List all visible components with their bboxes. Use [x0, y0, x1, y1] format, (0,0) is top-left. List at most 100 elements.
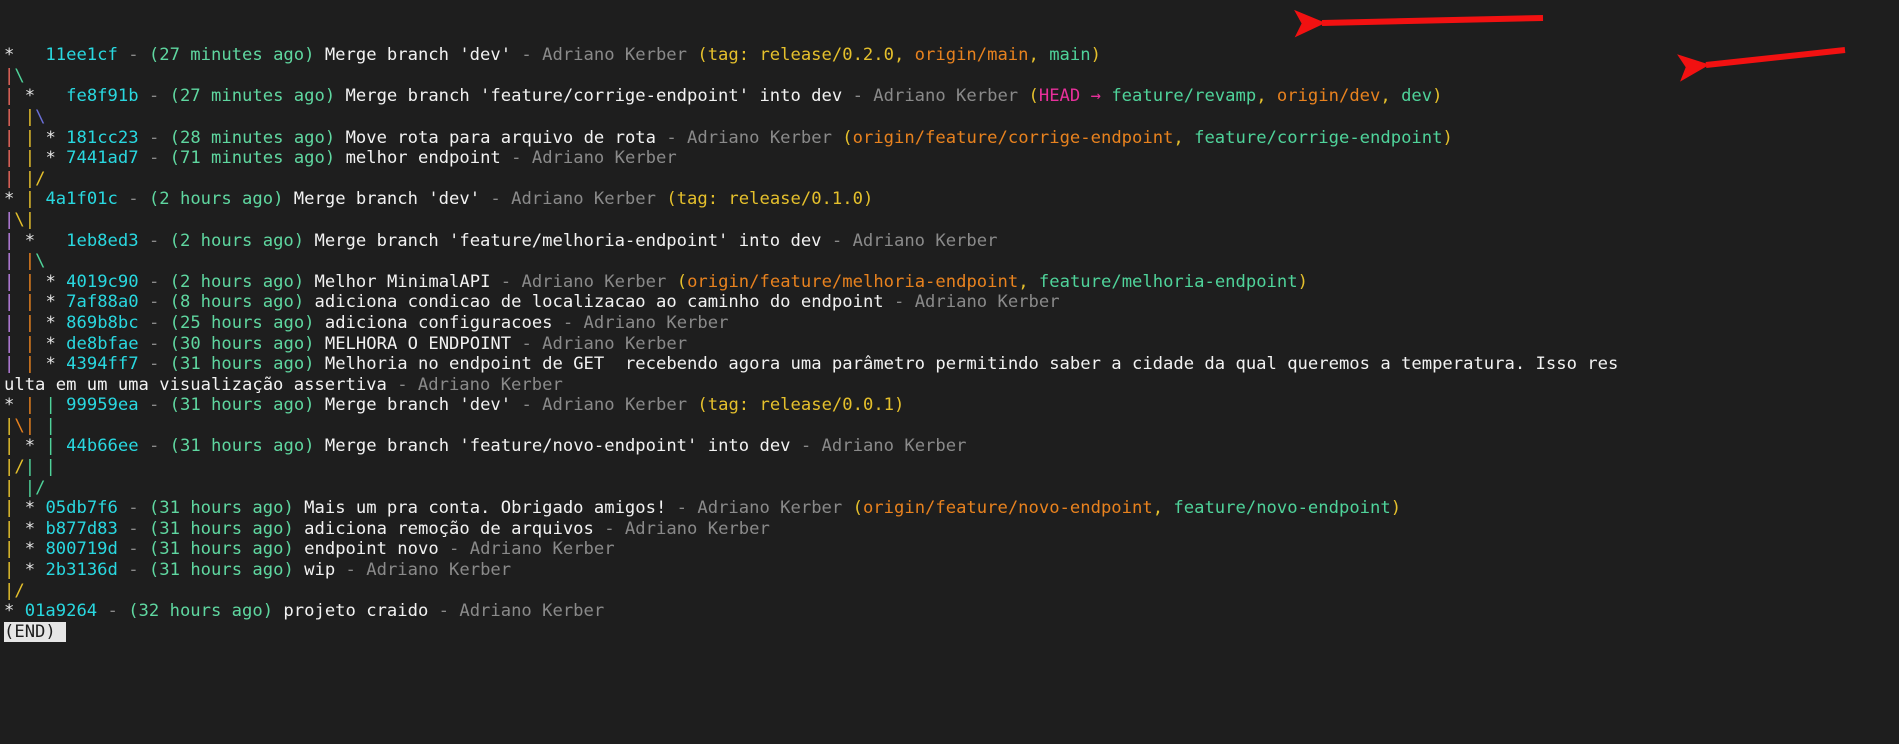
graph-glyph: | [45, 395, 56, 416]
graph-glyph: | [4, 148, 15, 169]
graph-glyph: | [24, 312, 36, 333]
graph-glyph: | [24, 168, 36, 189]
graph-glyph [35, 272, 45, 292]
commit-subject: melhor endpoint [335, 148, 501, 169]
commit-ref: → [1080, 86, 1112, 107]
commit-ref: ( [831, 127, 853, 148]
graph-glyph [56, 128, 66, 148]
commit-subject-continued: ulta em um uma visualização assertiva [4, 374, 387, 395]
graph-glyph: | [4, 106, 15, 127]
graph-glyph [35, 334, 45, 354]
graph-glyph: | [24, 189, 36, 210]
commit-author: - Adriano Kerber [656, 127, 832, 148]
commit-row: | * 800719d - (31 hours ago) endpoint no… [4, 539, 1899, 560]
commit-ref: ) [1442, 127, 1453, 148]
commit-hash: 2b3136d [45, 560, 118, 581]
graph-row: | |/ [4, 478, 1899, 499]
graph-glyph: | [4, 86, 15, 107]
graph-glyph [35, 189, 45, 209]
graph-glyph: | [24, 292, 36, 313]
commit-marker: * [45, 271, 56, 292]
commit-relative-date: (27 minutes ago) [169, 86, 336, 107]
graph-glyph: | [4, 539, 15, 560]
commit-marker: * [24, 539, 36, 560]
commit-author: - Adriano Kerber [511, 395, 688, 416]
graph-glyph [14, 272, 24, 292]
graph-glyph [35, 457, 45, 477]
graph-glyph [14, 251, 24, 271]
separator-dash: - [138, 127, 170, 148]
graph-glyph: / [35, 168, 46, 189]
graph-glyph [14, 560, 24, 580]
commit-row: | * 05db7f6 - (31 hours ago) Mais um pra… [4, 498, 1899, 519]
commit-relative-date: (32 hours ago) [128, 601, 274, 622]
graph-glyph [35, 128, 45, 148]
graph-row: | |\ [4, 251, 1899, 272]
commit-hash: 4a1f01c [45, 189, 118, 210]
graph-glyph: | [4, 477, 15, 498]
graph-glyph: \ [35, 106, 46, 127]
commit-relative-date: (2 hours ago) [169, 230, 305, 251]
commit-marker: * [4, 395, 15, 416]
graph-glyph: \ [14, 415, 25, 436]
commit-ref: ( [1018, 86, 1039, 107]
terminal-window[interactable]: * 11ee1cf - (27 minutes ago) Merge branc… [0, 0, 1899, 744]
commit-hash: 869b8bc [66, 312, 139, 333]
commit-ref: ( [666, 271, 688, 292]
commit-ref: , [893, 45, 915, 66]
graph-glyph: | [24, 209, 36, 230]
graph-glyph: | [24, 477, 36, 498]
commit-author: - Adriano Kerber [480, 189, 656, 210]
graph-glyph: | [24, 148, 36, 169]
commit-ref: tag: release/0.2.0 [707, 45, 894, 66]
graph-glyph [35, 292, 45, 312]
graph-glyph: \ [14, 65, 25, 86]
graph-glyph: | [24, 457, 36, 478]
git-log-output: * 11ee1cf - (27 minutes ago) Merge branc… [4, 45, 1899, 642]
graph-glyph [56, 436, 66, 456]
graph-glyph: \ [35, 251, 46, 272]
commit-relative-date: (2 hours ago) [148, 189, 284, 210]
graph-glyph [14, 601, 24, 621]
commit-row: | | * 7441ad7 - (71 minutes ago) melhor … [4, 148, 1899, 169]
graph-glyph: | [24, 271, 36, 292]
graph-glyph [14, 189, 24, 209]
commit-relative-date: (2 hours ago) [169, 271, 305, 292]
commit-hash: 7441ad7 [66, 148, 139, 169]
graph-glyph: | [4, 498, 15, 519]
terminal-cursor[interactable] [55, 621, 67, 642]
commit-marker: * [45, 312, 56, 333]
graph-glyph: | [24, 354, 36, 375]
graph-glyph: | [4, 127, 15, 148]
graph-glyph [14, 169, 24, 189]
commit-ref: origin/feature/novo-endpoint [862, 498, 1153, 519]
commit-ref: , [1152, 498, 1174, 519]
separator-dash: - [117, 189, 149, 210]
graph-glyph: | [4, 518, 15, 539]
commit-ref: HEAD [1038, 86, 1081, 107]
separator-dash: - [138, 333, 170, 354]
commit-author: - Adriano Kerber [511, 333, 688, 354]
commit-author: - Adriano Kerber [842, 86, 1019, 107]
separator-dash: - [138, 148, 170, 169]
commit-row: | * fe8f91b - (27 minutes ago) Merge bra… [4, 86, 1899, 107]
commit-relative-date: (27 minutes ago) [148, 45, 315, 66]
commit-row: * | | 99959ea - (31 hours ago) Merge bra… [4, 395, 1899, 416]
commit-marker: * [45, 292, 56, 313]
commit-relative-date: (25 hours ago) [169, 312, 315, 333]
pager-prompt[interactable]: (END) [4, 621, 1899, 643]
commit-author: - Adriano Kerber [335, 560, 512, 581]
graph-glyph: | [4, 354, 15, 375]
separator-dash: - [138, 271, 170, 292]
graph-glyph [56, 334, 66, 354]
graph-glyph [14, 436, 24, 456]
graph-glyph [14, 478, 24, 498]
graph-glyph [56, 354, 66, 374]
commit-marker: * [45, 354, 56, 375]
commit-ref: feature/melhoria-endpoint [1038, 271, 1298, 292]
graph-glyph: | [24, 395, 36, 416]
commit-hash: 05db7f6 [45, 498, 118, 519]
commit-ref: origin/feature/corrige-endpoint [852, 127, 1174, 148]
separator-dash: - [138, 292, 170, 313]
commit-relative-date: (31 hours ago) [148, 518, 294, 539]
